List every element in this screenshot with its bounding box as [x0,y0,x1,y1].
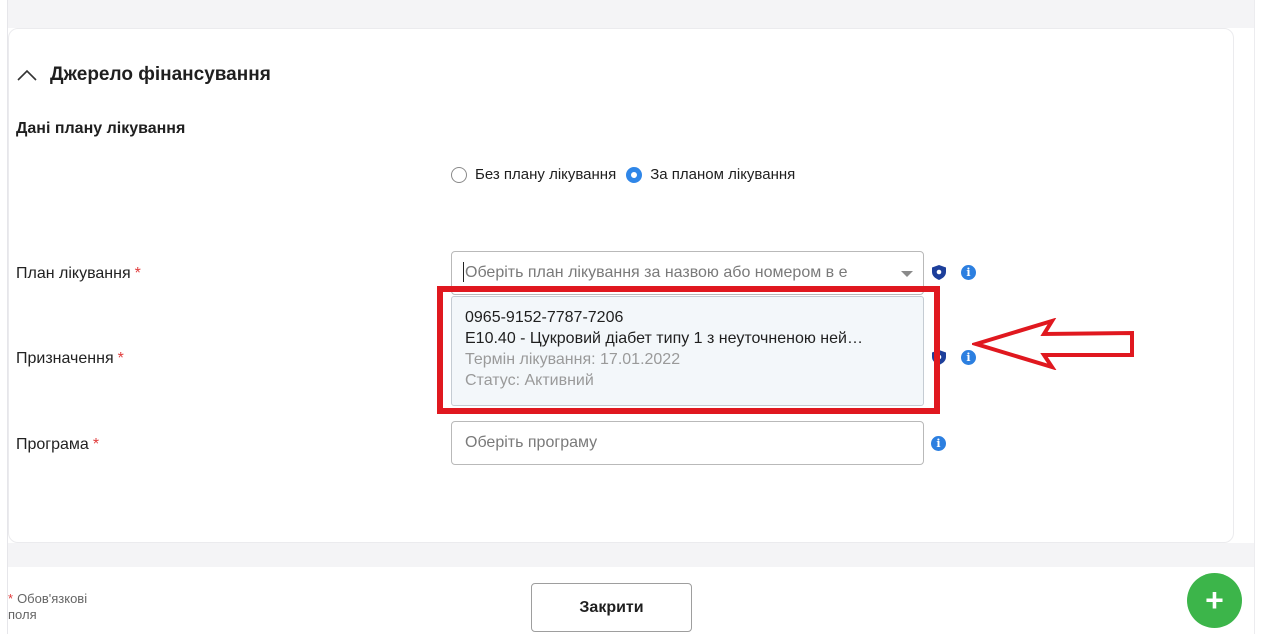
right-border [1254,0,1255,634]
required-asterisk: * [8,591,14,606]
treatment-plan-subheading: Дані плану лікування [16,120,186,137]
section-toggle[interactable]: Джерело фінансування [16,64,271,86]
add-button[interactable]: + [1187,573,1242,628]
highlight-frame [437,286,940,414]
text-cursor [463,262,464,282]
required-asterisk: * [92,436,100,453]
required-asterisk: * [117,350,124,367]
plan-mode-radio-group: Без плану лікування За планом лікування [451,166,805,183]
required-asterisk: * [134,265,141,282]
plan-label-text: План лікування [16,265,131,282]
radio-circle[interactable] [451,166,467,183]
assignment-label: Призначення * [16,350,124,368]
program-select-placeholder: Оберіть програму [465,434,598,451]
program-select[interactable]: Оберіть програму [451,421,924,465]
radio-label: За планом лікування [650,166,796,183]
close-button[interactable]: Закрити [531,583,692,632]
page-background-bottom [8,543,1254,567]
chevron-up-icon[interactable] [16,64,38,86]
info-icon[interactable]: i [961,265,976,280]
shield-icon [932,265,946,280]
required-fields-note: * Обов'язкові поля [8,591,118,623]
radio-by-plan[interactable]: За планом лікування [626,166,795,183]
page-background-top [8,0,1254,28]
caret-down-icon[interactable] [901,271,913,277]
required-note-text: Обов'язкові поля [8,591,88,622]
program-label: Програма * [16,436,99,454]
assignment-label-text: Призначення [16,350,114,367]
radio-label: Без плану лікування [475,166,617,183]
plan-select-placeholder: Оберіть план лікування за назвою або ном… [465,264,848,281]
info-icon[interactable]: i [931,436,946,451]
radio-circle-checked[interactable] [626,166,643,183]
plan-label: План лікування * [16,265,141,283]
pointer-arrow-icon [972,318,1134,370]
radio-no-plan[interactable]: Без плану лікування [451,166,616,183]
section-title: Джерело фінансування [50,64,271,85]
program-label-text: Програма [16,436,89,453]
